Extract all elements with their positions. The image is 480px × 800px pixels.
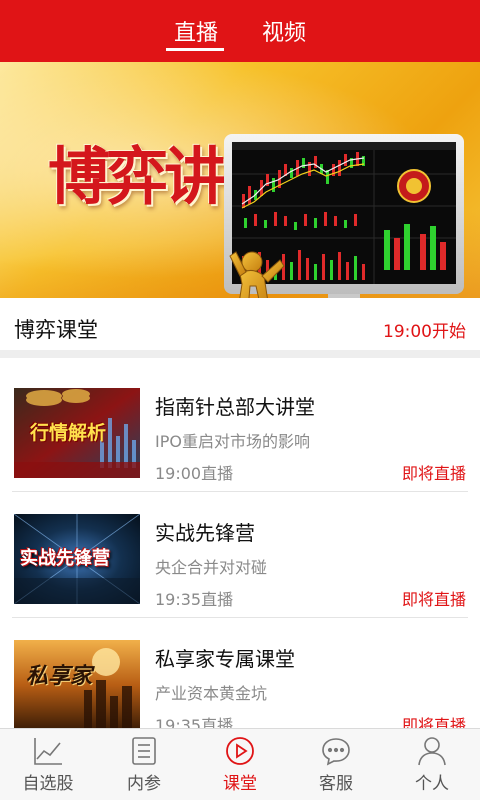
top-header: 直播 视频 (0, 0, 480, 62)
list-item[interactable]: 实战先锋营 实战先锋营 央企合并对对碰 19:35直播 即将直播 (0, 492, 480, 618)
thumbnail-caption: 行情解析 (30, 422, 107, 444)
course-time: 19:00直播 (155, 464, 234, 483)
nav-label: 课堂 (223, 774, 257, 794)
section-start-time: 19:00开始 (383, 322, 466, 342)
nav-label: 自选股 (22, 774, 74, 794)
nav-label: 个人 (415, 774, 449, 794)
person-icon (418, 737, 446, 766)
course-status: 即将直播 (401, 716, 466, 728)
course-subtitle: 央企合并对对碰 (155, 558, 268, 577)
thumbnail-caption: 私享家 (26, 663, 93, 689)
promo-banner[interactable]: 博弈讲堂 (0, 62, 480, 298)
list-item[interactable]: 私享家 私享家专属课堂 产业资本黄金坑 19:35直播 即将直播 (0, 618, 480, 728)
list-item[interactable]: 行情解析 指南针总部大讲堂 IPO重启对市场的影响 19:00直播 即将直播 (0, 366, 480, 492)
course-subtitle: IPO重启对市场的影响 (155, 432, 310, 451)
nav-item-service[interactable]: 客服 (288, 729, 384, 800)
course-list: 行情解析 指南针总部大讲堂 IPO重启对市场的影响 19:00直播 即将直播 实… (0, 366, 480, 728)
course-title: 私享家专属课堂 (155, 647, 295, 671)
play-circle-icon (226, 737, 254, 765)
nav-item-watchlist[interactable]: 自选股 (0, 729, 96, 800)
section-header: 博弈课堂 19:00开始 (0, 298, 480, 358)
course-time: 19:35直播 (155, 590, 234, 609)
active-tab-indicator (166, 48, 224, 51)
bottom-navigation: 自选股 内参 课堂 客服 个人 (0, 728, 480, 800)
course-status: 即将直播 (401, 464, 466, 483)
nav-label: 内参 (127, 774, 161, 794)
course-status: 即将直播 (401, 590, 466, 609)
stock-monitor-illustration (224, 134, 464, 298)
tab-video[interactable]: 视频 (254, 0, 314, 62)
section-title: 博弈课堂 (14, 318, 98, 342)
course-time: 19:35直播 (155, 716, 234, 728)
chart-line-icon (34, 738, 62, 765)
chat-bubble-icon (322, 738, 350, 766)
nav-label: 客服 (319, 774, 353, 794)
course-title: 实战先锋营 (155, 521, 255, 545)
nav-item-classroom[interactable]: 课堂 (192, 729, 288, 800)
course-title: 指南针总部大讲堂 (155, 395, 315, 419)
nav-item-profile[interactable]: 个人 (384, 729, 480, 800)
thumbnail-caption: 实战先锋营 (20, 548, 110, 569)
document-icon (132, 737, 156, 765)
nav-item-insider[interactable]: 内参 (96, 729, 192, 800)
tab-live[interactable]: 直播 (166, 0, 226, 62)
course-subtitle: 产业资本黄金坑 (155, 684, 268, 703)
